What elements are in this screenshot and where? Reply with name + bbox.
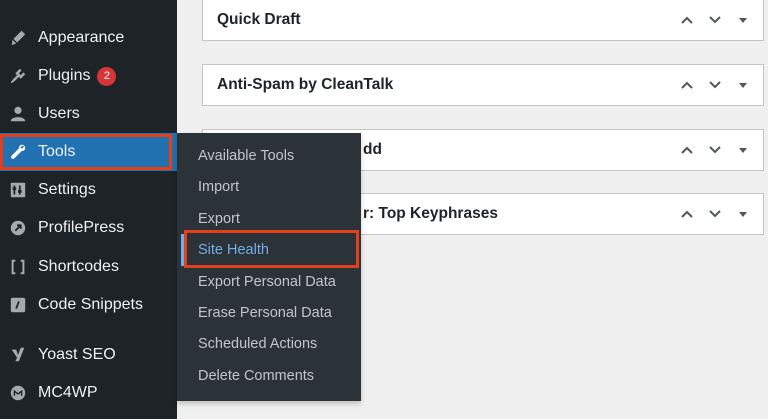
toggle-panel-icon[interactable]: [729, 6, 757, 34]
sidebar-item-label: Users: [38, 105, 80, 122]
admin-sidebar: Appearance Plugins 2 Users Tools Setting…: [0, 0, 177, 419]
submenu-item-delete-comments[interactable]: Delete Comments: [177, 361, 361, 391]
submenu-item-available-tools[interactable]: Available Tools: [177, 141, 361, 171]
move-down-icon[interactable]: [701, 71, 729, 99]
update-count-badge: 2: [97, 66, 117, 86]
sliders-icon: [8, 180, 28, 200]
sidebar-item-users[interactable]: Users: [0, 95, 177, 133]
sidebar-item-plugins[interactable]: Plugins 2: [0, 57, 177, 95]
paintbrush-icon: [8, 28, 28, 48]
code-icon: [8, 295, 28, 315]
submenu-item-scheduled-actions[interactable]: Scheduled Actions: [177, 329, 361, 359]
submenu-item-export-personal-data[interactable]: Export Personal Data: [177, 267, 361, 297]
toggle-panel-icon[interactable]: [729, 71, 757, 99]
move-down-icon[interactable]: [701, 136, 729, 164]
submenu-item-erase-personal-data[interactable]: Erase Personal Data: [177, 298, 361, 328]
sidebar-item-mc4wp[interactable]: MC4WP: [0, 374, 177, 412]
sidebar-item-appearance[interactable]: Appearance: [0, 19, 177, 57]
move-up-icon[interactable]: [673, 200, 701, 228]
move-down-icon[interactable]: [701, 6, 729, 34]
sidebar-item-profilepress[interactable]: ProfilePress: [0, 209, 177, 247]
sidebar-item-settings[interactable]: Settings: [0, 171, 177, 209]
submenu-item-export[interactable]: Export: [177, 204, 361, 234]
sidebar-item-label: Shortcodes: [38, 258, 119, 275]
yoast-icon: [8, 345, 28, 365]
mc4wp-icon: [8, 383, 28, 403]
brackets-icon: [8, 257, 28, 277]
sidebar-item-label: Settings: [38, 181, 96, 198]
move-down-icon[interactable]: [701, 200, 729, 228]
widget-title: dd: [363, 141, 382, 158]
widget-anti-spam: Anti-Spam by CleanTalk: [202, 64, 764, 106]
widget-title: Anti-Spam by CleanTalk: [217, 76, 394, 93]
profilepress-icon: [8, 218, 28, 238]
move-up-icon[interactable]: [673, 136, 701, 164]
sidebar-item-label: Plugins: [38, 67, 91, 84]
sidebar-item-yoast-seo[interactable]: Yoast SEO: [0, 336, 177, 374]
wrench-icon: [8, 142, 28, 162]
sidebar-item-shortcodes[interactable]: Shortcodes: [0, 248, 177, 286]
plugin-icon: [8, 66, 28, 86]
widget-quick-draft: Quick Draft: [202, 0, 764, 41]
widget-title: r: Top Keyphrases: [363, 205, 498, 222]
toggle-panel-icon[interactable]: [729, 200, 757, 228]
sidebar-item-label: Appearance: [38, 29, 125, 46]
sidebar-item-label: Code Snippets: [38, 296, 143, 313]
sidebar-item-label: MC4WP: [38, 384, 98, 401]
move-up-icon[interactable]: [673, 6, 701, 34]
sidebar-item-tools[interactable]: Tools: [0, 133, 177, 171]
widget-title: Quick Draft: [217, 11, 301, 28]
toggle-panel-icon[interactable]: [729, 136, 757, 164]
sidebar-item-code-snippets[interactable]: Code Snippets: [0, 286, 177, 324]
user-icon: [8, 104, 28, 124]
tools-submenu: Available Tools Import Export Site Healt…: [177, 133, 361, 401]
sidebar-item-label: ProfilePress: [38, 219, 125, 236]
move-up-icon[interactable]: [673, 71, 701, 99]
sidebar-item-label: Tools: [38, 143, 76, 160]
submenu-item-import[interactable]: Import: [177, 172, 361, 202]
sidebar-item-label: Yoast SEO: [38, 346, 116, 363]
submenu-item-site-health[interactable]: Site Health: [177, 235, 361, 265]
